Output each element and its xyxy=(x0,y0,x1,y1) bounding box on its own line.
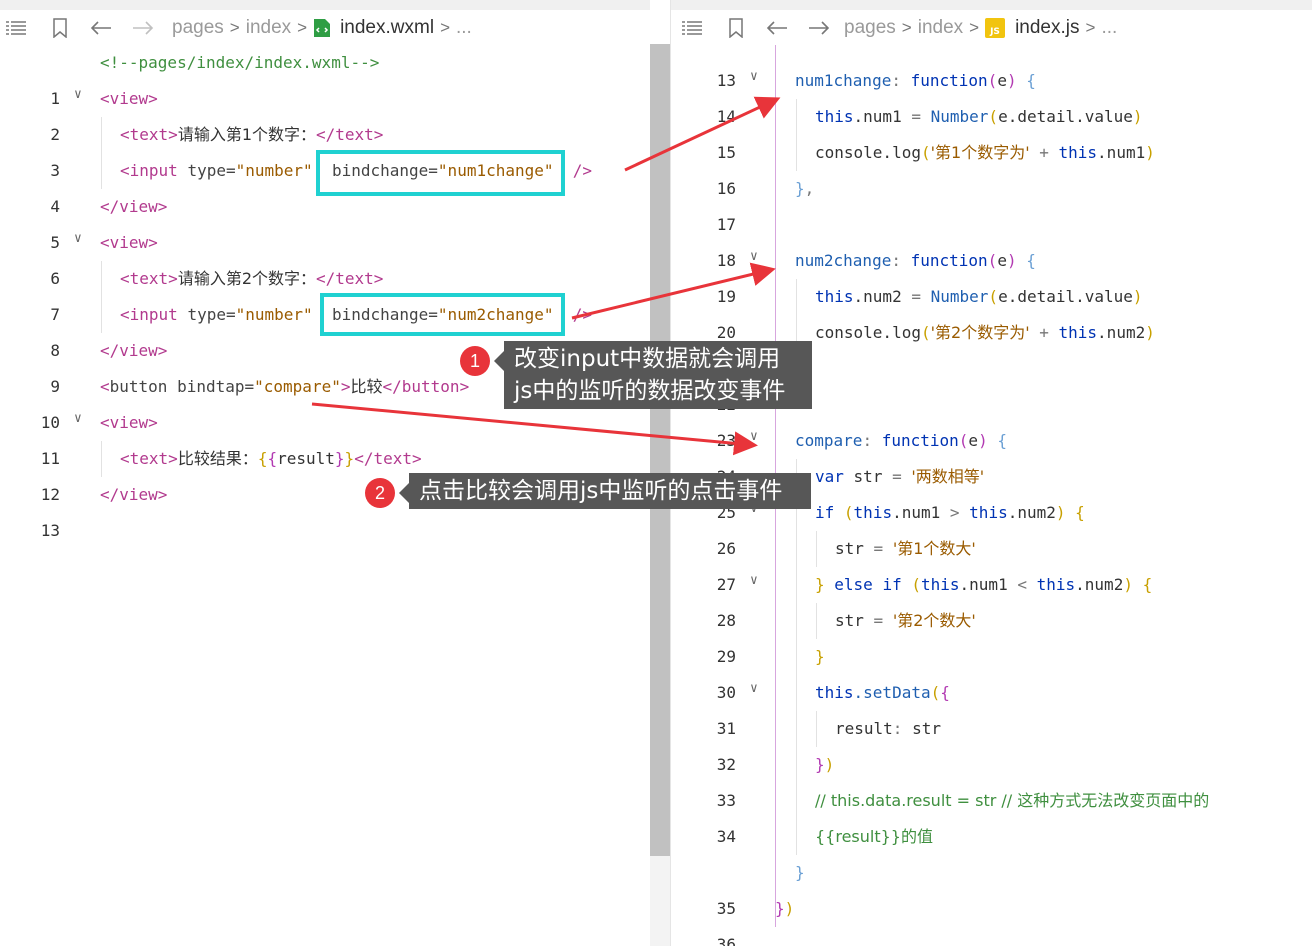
code-statement: this.num1 = Number(e.detail.value) xyxy=(815,107,1143,126)
vertical-scrollbar-thumb[interactable] xyxy=(650,44,671,856)
code-tag: </view> xyxy=(100,341,168,360)
bindchange-highlight-box xyxy=(320,293,565,336)
code-brace: }) xyxy=(815,755,835,774)
code-text-tag: <text>请输入第2个数字：</text> xyxy=(120,269,384,288)
code-statement: str = '第2个数大' xyxy=(835,611,976,630)
code-statement: console.log('第2个数字为' + this.num2) xyxy=(815,323,1155,342)
code-function-def: compare: function(e) { xyxy=(795,431,1007,450)
code-statement: var str = '两数相等' xyxy=(815,467,985,486)
code-line: 24 ∨ compare: function(e) { xyxy=(671,423,1312,486)
code-line: 6 ∨ <view> xyxy=(0,225,650,288)
code-brace: }, xyxy=(795,179,815,198)
code-line: 27 str = '第1个数大' xyxy=(671,531,1312,594)
code-line: 11 ∨ <view> xyxy=(0,405,650,468)
code-line: 2 ∨ <view> xyxy=(0,81,650,144)
code-text-tag: <text>比较结果：{{result}}</text> xyxy=(120,449,422,468)
annotation-badge-1: 1 xyxy=(460,346,490,376)
annotation-badge-2: 2 xyxy=(365,478,395,508)
fold-chevron-icon[interactable]: ∨ xyxy=(750,671,758,707)
fold-chevron-icon[interactable]: ∨ xyxy=(74,221,82,257)
code-function-def: num2change: function(e) { xyxy=(795,251,1036,270)
code-line: 17 }, xyxy=(671,171,1312,234)
code-line: 34 // this.data.result = str // 这种方式无法改变… xyxy=(671,783,1312,846)
code-line: 31 ∨ this.setData({ xyxy=(671,675,1312,738)
code-line: 12 <text>比较结果：{{result}}</text> xyxy=(0,441,650,504)
code-tag: </view> xyxy=(100,485,168,504)
fold-chevron-icon[interactable]: ∨ xyxy=(750,59,758,95)
code-line: 3 <text>请输入第1个数字：</text> xyxy=(0,117,650,180)
fold-chevron-icon[interactable]: ∨ xyxy=(74,401,82,437)
code-line: 36 }) xyxy=(671,891,1312,946)
code-tag: </view> xyxy=(100,197,168,216)
code-statement: result: str xyxy=(835,719,941,738)
line-number: 36 xyxy=(716,935,736,946)
code-statement: this.setData({ xyxy=(815,683,950,702)
code-comment: {{result}}的值 xyxy=(815,827,933,846)
code-comment: <!--pages/index/index.wxml--> xyxy=(100,53,380,72)
code-line: 35 } xyxy=(671,855,1312,918)
code-function-def: num1change: function(e) { xyxy=(795,71,1036,90)
code-tag: <view> xyxy=(100,89,158,108)
bindchange-highlight-box xyxy=(316,150,565,196)
code-statement: this.num2 = Number(e.detail.value) xyxy=(815,287,1143,306)
fold-chevron-icon[interactable]: ∨ xyxy=(750,419,758,455)
code-brace: } xyxy=(795,863,805,882)
callout-pointer xyxy=(399,483,409,503)
code-statement: console.log('第1个数字为' + this.num1) xyxy=(815,143,1155,162)
callout-pointer xyxy=(494,351,504,371)
code-line: 7 <text>请输入第2个数字：</text> xyxy=(0,261,650,324)
code-line-wrapped: {{result}}的值 xyxy=(671,819,1312,855)
annotation-callout-2: 点击比较会调用js中监听的点击事件 xyxy=(409,473,811,509)
code-line: 19 ∨ num2change: function(e) { xyxy=(671,243,1312,306)
code-line: 18 xyxy=(671,207,1312,270)
annotation-callout-1: 改变input中数据就会调用 js中的监听的数据改变事件 xyxy=(504,341,812,409)
code-line: 16 console.log('第1个数字为' + this.num1) xyxy=(671,135,1312,198)
fold-chevron-icon[interactable]: ∨ xyxy=(74,77,82,113)
code-comment: // this.data.result = str // 这种方式无法改变页面中… xyxy=(815,791,1210,810)
fold-chevron-icon[interactable]: ∨ xyxy=(750,563,758,599)
fold-chevron-icon[interactable]: ∨ xyxy=(750,239,758,275)
code-line: 1 <!--pages/index/index.wxml--> xyxy=(0,45,650,108)
code-text-tag: <text>请输入第1个数字：</text> xyxy=(120,125,384,144)
code-brace: }) xyxy=(775,899,795,918)
code-statement: str = '第1个数大' xyxy=(835,539,976,558)
code-statement: if (this.num1 > this.num2) { xyxy=(815,503,1085,522)
code-line: 15 this.num1 = Number(e.detail.value) xyxy=(671,99,1312,162)
code-tag: <view> xyxy=(100,233,158,252)
code-line: 29 str = '第2个数大' xyxy=(671,603,1312,666)
code-statement: } else if (this.num1 < this.num2) { xyxy=(815,575,1153,594)
code-line: 30 } xyxy=(671,639,1312,702)
code-line: 28 ∨ } else if (this.num1 < this.num2) { xyxy=(671,567,1312,630)
code-line: 20 this.num2 = Number(e.detail.value) xyxy=(671,279,1312,342)
line-number: 13 xyxy=(40,521,60,540)
code-tag: <view> xyxy=(100,413,158,432)
code-line: 33 }) xyxy=(671,747,1312,810)
code-line: 13 xyxy=(671,27,1312,90)
code-button-tag: <button bindtap="compare">比较</button> xyxy=(100,377,470,396)
code-brace: } xyxy=(815,647,825,666)
code-line: 32 result: str xyxy=(671,711,1312,774)
callout-1-line-1: 改变input中数据就会调用 xyxy=(514,346,781,372)
callout-1-line-2: js中的监听的数据改变事件 xyxy=(514,378,786,404)
code-line: 14 ∨ num1change: function(e) { xyxy=(671,63,1312,126)
